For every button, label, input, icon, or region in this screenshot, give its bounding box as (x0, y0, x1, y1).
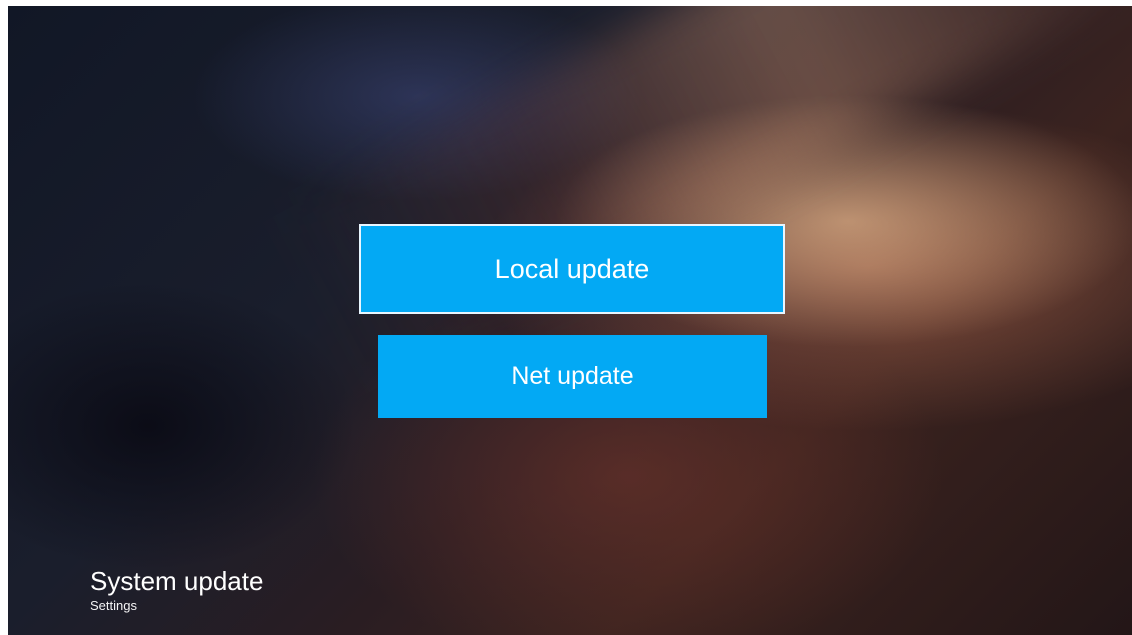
screen-frame: Local update Net update System update Se… (8, 6, 1132, 635)
local-update-label: Local update (494, 253, 650, 284)
net-update-label: Net update (511, 362, 634, 390)
page-footer: System update Settings (90, 566, 263, 614)
local-update-button[interactable]: Local update (359, 224, 785, 314)
page-title: System update (90, 566, 264, 596)
net-update-button[interactable]: Net update (378, 335, 767, 418)
page-subtitle: Settings (90, 598, 137, 613)
